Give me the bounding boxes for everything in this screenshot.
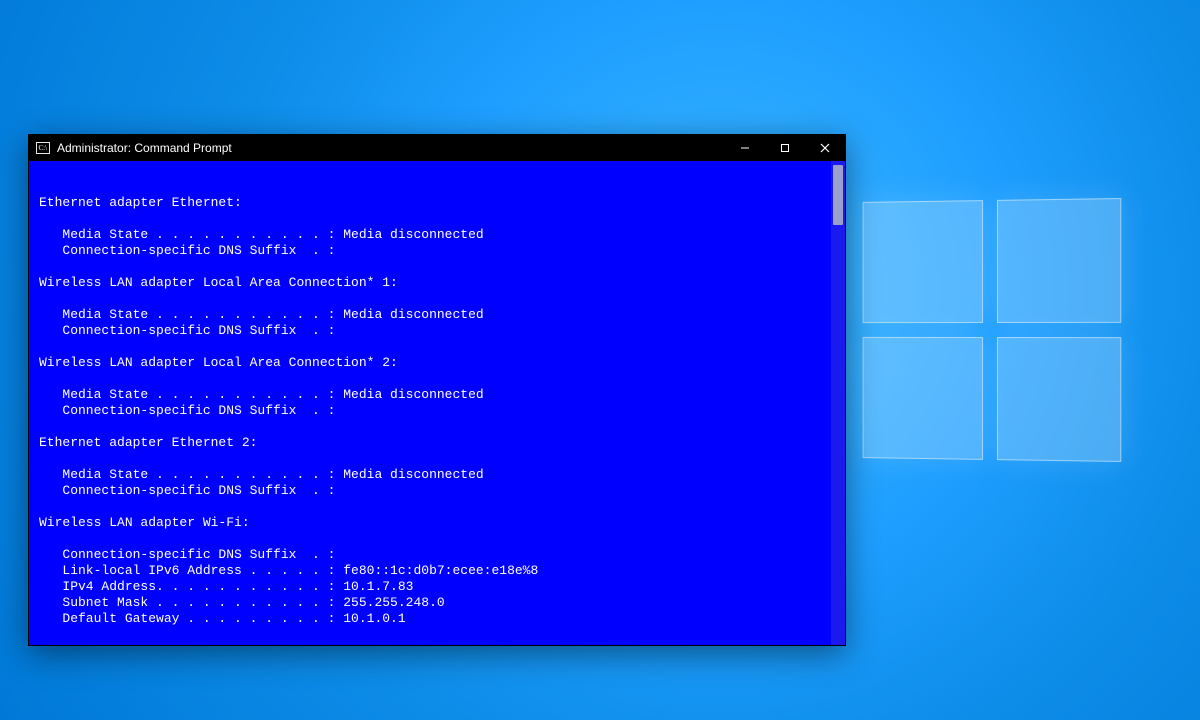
maximize-button[interactable] (765, 135, 805, 161)
terminal-area: Ethernet adapter Ethernet: Media State .… (29, 161, 845, 645)
windows-logo-tile (863, 200, 983, 323)
windows-logo-tile (997, 198, 1121, 323)
scrollbar-thumb[interactable] (833, 165, 843, 225)
terminal-output[interactable]: Ethernet adapter Ethernet: Media State .… (29, 161, 831, 645)
windows-logo (863, 198, 1122, 462)
titlebar[interactable]: C:\ Administrator: Command Prompt (29, 135, 845, 161)
scrollbar[interactable] (831, 161, 845, 645)
close-button[interactable] (805, 135, 845, 161)
window-title: Administrator: Command Prompt (57, 141, 232, 155)
svg-text:C:\: C:\ (39, 144, 48, 152)
windows-logo-tile (863, 337, 983, 460)
cmd-icon: C:\ (35, 140, 51, 156)
command-prompt-window: C:\ Administrator: Command Prompt Ethern… (28, 134, 846, 646)
windows-logo-tile (997, 337, 1121, 462)
minimize-button[interactable] (725, 135, 765, 161)
